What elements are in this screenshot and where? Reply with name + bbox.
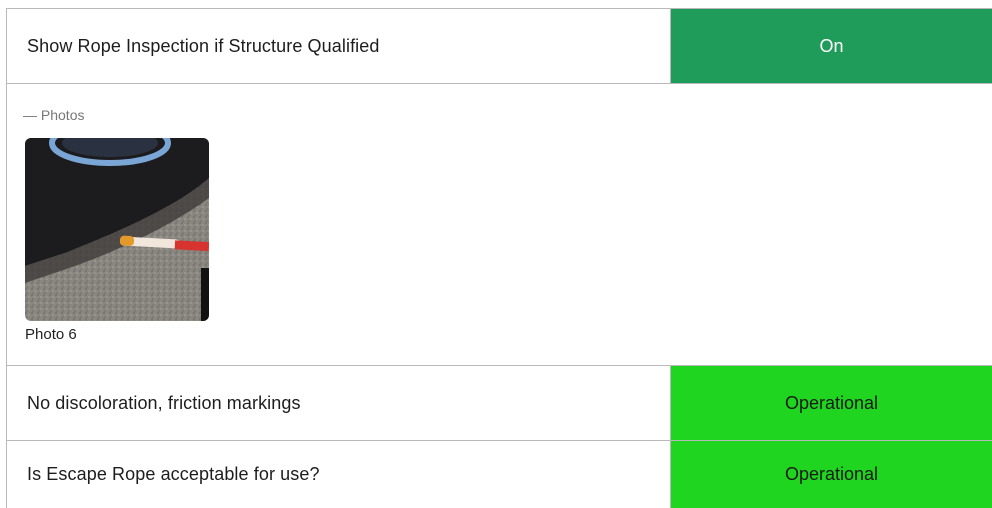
escape-rope-status-button[interactable]: Operational xyxy=(671,441,992,508)
discoloration-status-button[interactable]: Operational xyxy=(671,366,992,440)
photo-caption: Photo 6 xyxy=(25,326,77,343)
escape-rope-acceptable-label: Is Escape Rope acceptable for use? xyxy=(6,441,671,508)
photos-section: — Photos Photo 6 xyxy=(6,84,992,365)
rope-inspection-toggle-row: Show Rope Inspection if Structure Qualif… xyxy=(6,9,992,83)
escape-rope-acceptable-row: Is Escape Rope acceptable for use? Opera… xyxy=(6,441,992,508)
rope-inspection-toggle-button[interactable]: On xyxy=(671,9,992,83)
discoloration-check-row: No discoloration, friction markings Oper… xyxy=(6,366,992,440)
photo-thumbnail[interactable] xyxy=(25,138,209,321)
rope-inspection-toggle-label: Show Rope Inspection if Structure Qualif… xyxy=(6,9,671,83)
photos-header[interactable]: — Photos xyxy=(23,107,84,123)
photo-image xyxy=(25,138,209,321)
discoloration-check-label: No discoloration, friction markings xyxy=(6,366,671,440)
